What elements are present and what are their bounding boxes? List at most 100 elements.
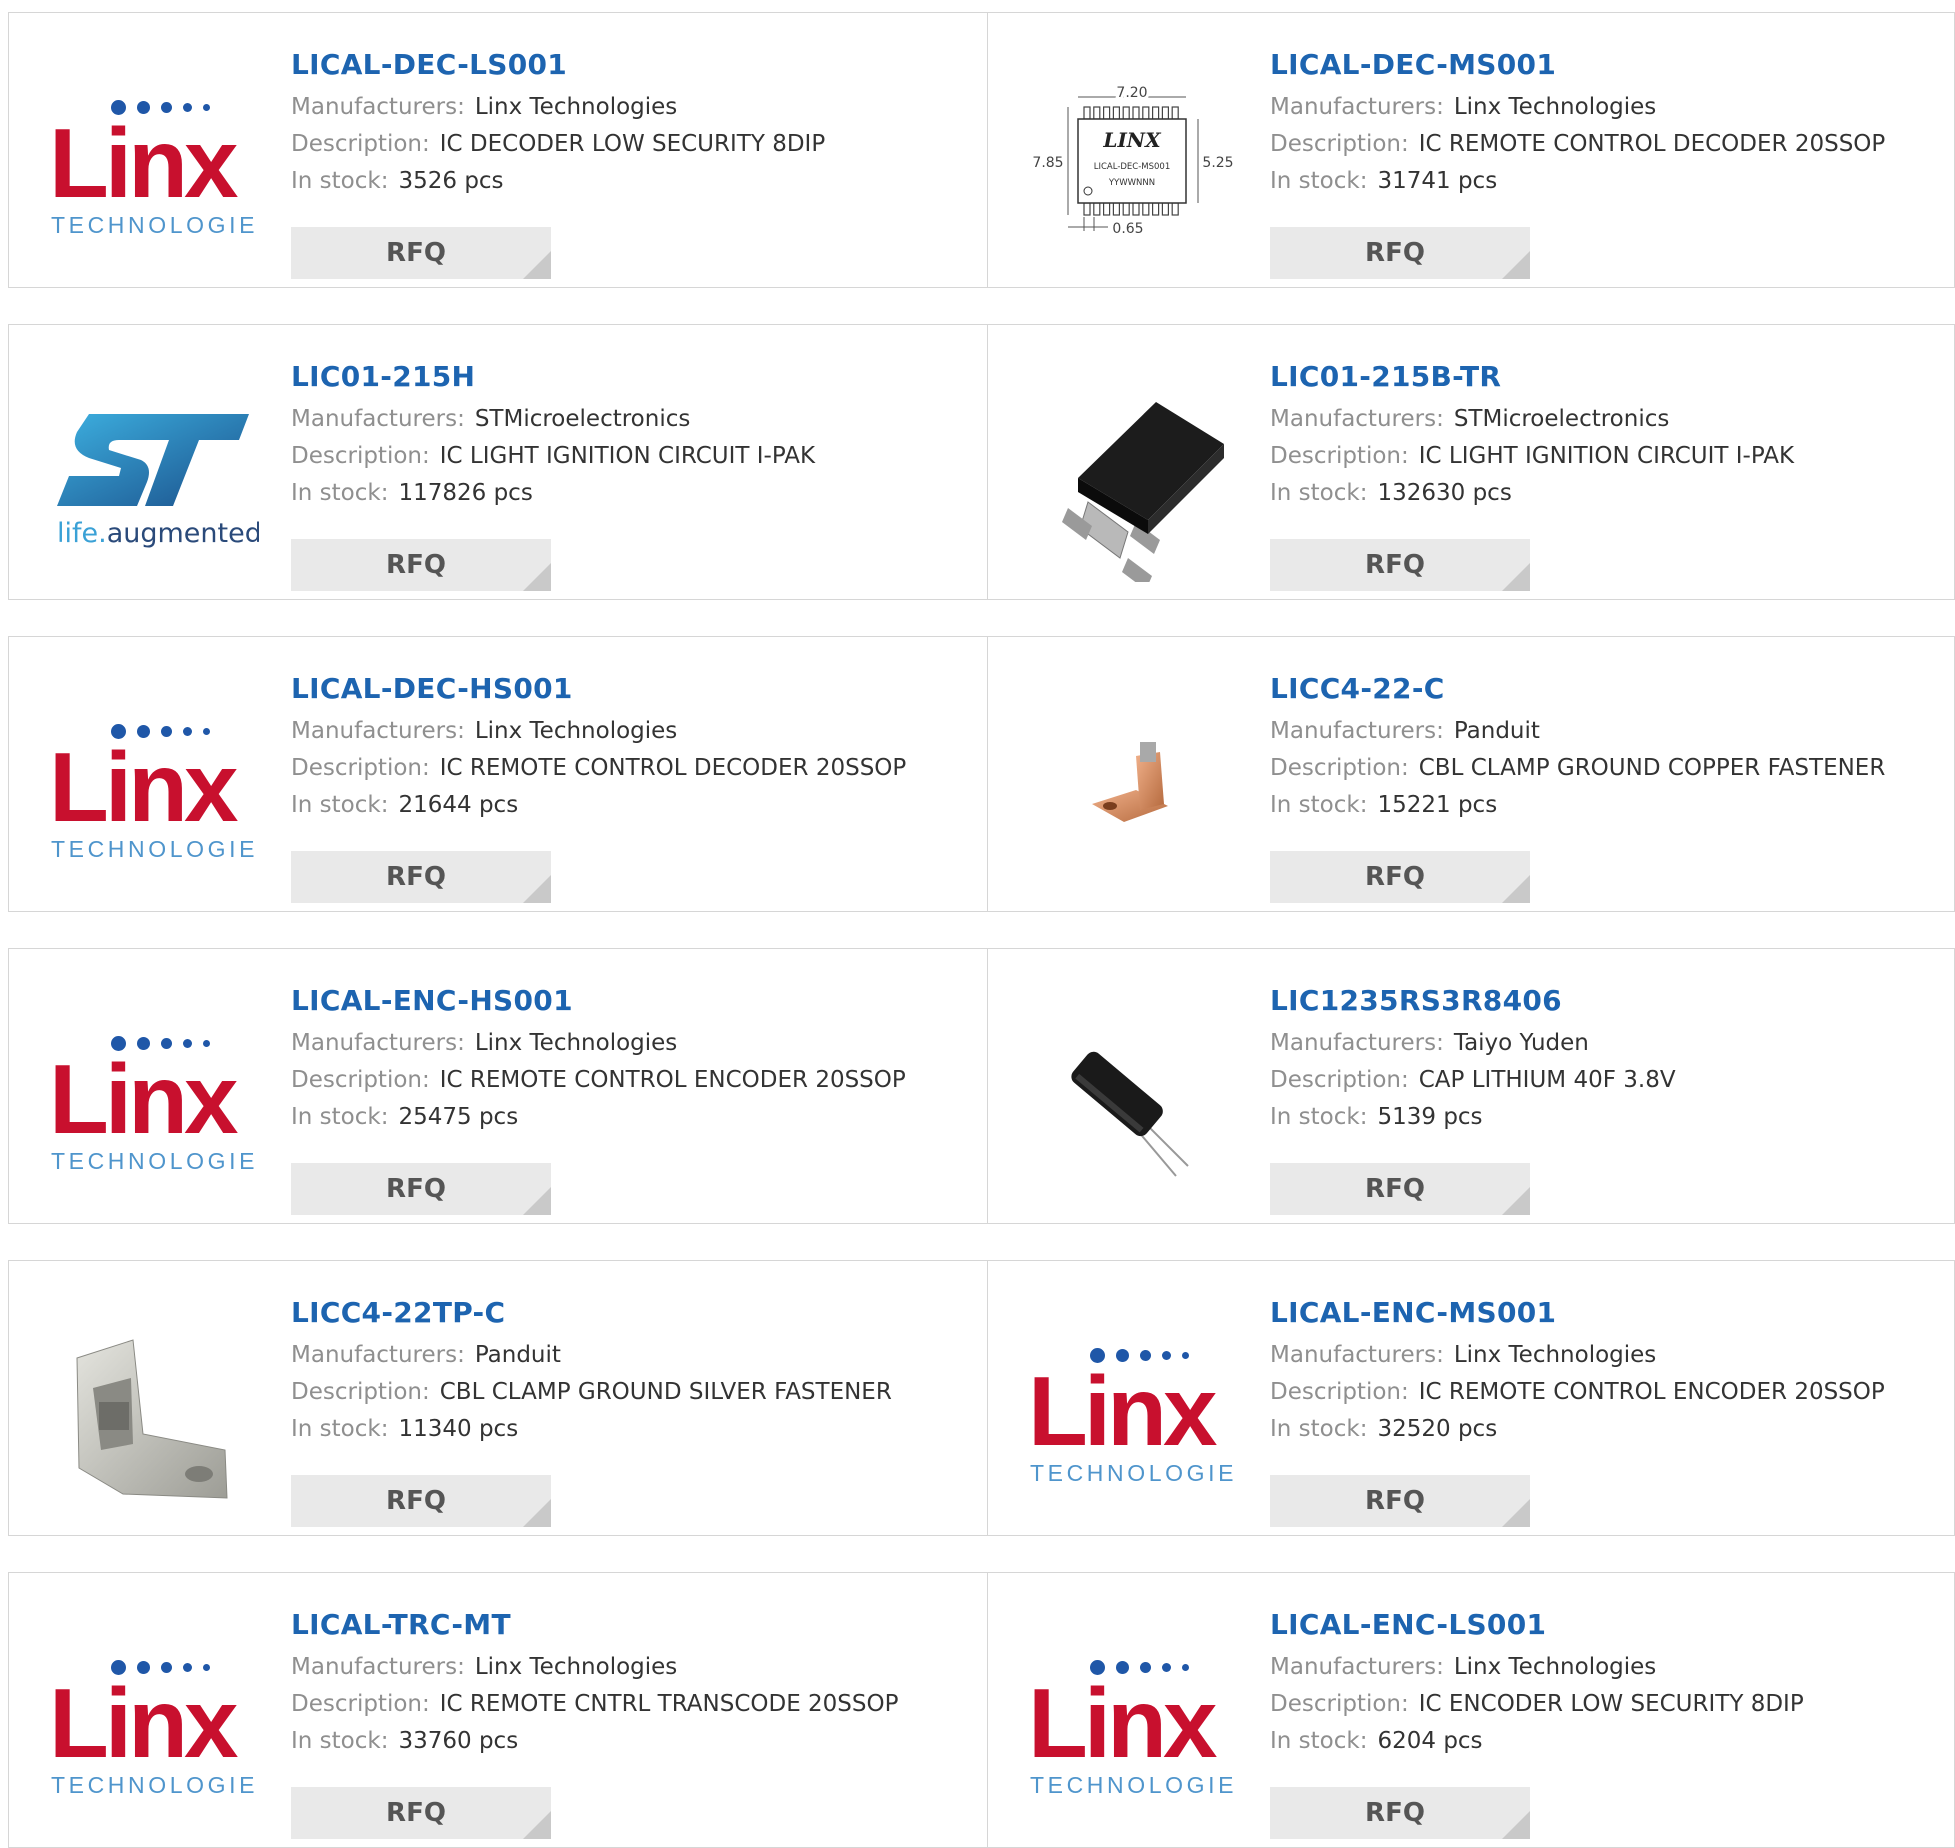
- part-number-link[interactable]: LIC01-215B-TR: [1270, 353, 1501, 401]
- st-logo-mark: [57, 414, 249, 506]
- manufacturer-row: Manufacturers: Linx Technologies: [1270, 89, 1944, 126]
- stock-value: 33760 pcs: [398, 1728, 519, 1754]
- product-image[interactable]: Linx TECHNOLOGIES: [49, 1625, 259, 1835]
- silver-ground-clamp-image: [76, 1339, 228, 1499]
- part-number-link[interactable]: LICAL-DEC-LS001: [291, 41, 567, 89]
- product-image[interactable]: [1028, 377, 1238, 587]
- manufacturer-label: Manufacturers:: [1270, 1654, 1444, 1680]
- rfq-button-label: RFQ: [1365, 238, 1425, 268]
- part-number-link[interactable]: LICC4-22TP-C: [291, 1289, 505, 1337]
- product-image[interactable]: Linx TECHNOLOGIES: [49, 689, 259, 899]
- logo-subtitle: TECHNOLOGIES: [51, 1148, 259, 1174]
- product-info: LICAL-DEC-MS001 Manufacturers: Linx Techno…: [1270, 41, 1944, 279]
- stock-value: 21644 pcs: [398, 792, 519, 818]
- stock-row: In stock: 31741 pcs: [1270, 163, 1944, 200]
- product-image[interactable]: Linx TECHNOLOGIES: [49, 1001, 259, 1211]
- stock-row: In stock: 117826 pcs: [291, 475, 977, 512]
- svg-text:LICAL-DEC-MS001: LICAL-DEC-MS001: [1094, 162, 1171, 172]
- part-number-link[interactable]: LICAL-ENC-MS001: [1270, 1289, 1556, 1337]
- description-label: Description:: [1270, 1379, 1409, 1405]
- manufacturer-label: Manufacturers:: [1270, 718, 1444, 744]
- part-number-link[interactable]: LICAL-ENC-HS001: [291, 977, 573, 1025]
- rfq-button[interactable]: RFQ: [291, 1475, 551, 1527]
- part-number-link[interactable]: LICAL-ENC-LS001: [1270, 1601, 1546, 1649]
- stock-value: 117826 pcs: [398, 480, 533, 506]
- rfq-button[interactable]: RFQ: [1270, 851, 1530, 903]
- product-info: LICAL-DEC-LS001 Manufacturers: Linx Techno…: [291, 41, 977, 279]
- product-image[interactable]: [1028, 689, 1238, 899]
- product-card: Linx TECHNOLOGIES LICAL-TRC-MT Manufacturer…: [8, 1572, 987, 1848]
- description-row: Description: CAP LITHIUM 40F 3.8V: [1270, 1062, 1944, 1099]
- manufacturer-value: Taiyo Yuden: [1453, 1030, 1589, 1056]
- product-info: LICAL-ENC-MS001 Manufacturers: Linx Techno…: [1270, 1289, 1944, 1527]
- part-number-link[interactable]: LICAL-TRC-MT: [291, 1601, 511, 1649]
- stock-value: 3526 pcs: [398, 168, 504, 194]
- product-image[interactable]: Linx TECHNOLOGIES: [49, 65, 259, 275]
- rfq-button[interactable]: RFQ: [1270, 539, 1530, 591]
- part-number-link[interactable]: LICAL-DEC-HS001: [291, 665, 573, 713]
- product-card: Linx TECHNOLOGIES LICAL-DEC-HS001 Manufactu…: [8, 636, 987, 912]
- product-card: LIC1235RS3R8406 Manufacturers: Taiyo Yuden…: [987, 948, 1955, 1224]
- linx-technologies-logo: Linx TECHNOLOGIES: [49, 724, 259, 864]
- stock-label: In stock:: [291, 1416, 389, 1442]
- product-image[interactable]: life.augmented: [49, 377, 259, 587]
- linx-technologies-logo: Linx TECHNOLOGIES: [49, 1036, 259, 1176]
- part-number-link[interactable]: LIC1235RS3R8406: [1270, 977, 1562, 1025]
- product-image[interactable]: LINX LICAL-DEC-MS001 YYWWNNN 7.20 7.85 5.25 0.…: [1028, 65, 1238, 275]
- rfq-button[interactable]: RFQ: [1270, 1475, 1530, 1527]
- product-info: LICAL-ENC-LS001 Manufacturers: Linx Techno…: [1270, 1601, 1944, 1839]
- manufacturer-row: Manufacturers: Linx Technologies: [1270, 1649, 1944, 1686]
- st-tagline: life.augmented: [57, 518, 259, 549]
- description-row: Description: CBL CLAMP GROUND COPPER FAST…: [1270, 750, 1944, 787]
- rfq-button[interactable]: RFQ: [1270, 227, 1530, 279]
- manufacturer-label: Manufacturers:: [1270, 406, 1444, 432]
- linx-technologies-logo: Linx TECHNOLOGIES: [1028, 1660, 1238, 1800]
- description-label: Description:: [291, 1691, 430, 1717]
- product-image[interactable]: Linx TECHNOLOGIES: [1028, 1313, 1238, 1523]
- rfq-button-label: RFQ: [1365, 1486, 1425, 1516]
- manufacturer-row: Manufacturers: Taiyo Yuden: [1270, 1025, 1944, 1062]
- description-row: Description: IC ENCODER LOW SECURITY 8DIP: [1270, 1686, 1944, 1723]
- part-number-link[interactable]: LICAL-DEC-MS001: [1270, 41, 1556, 89]
- logo-subtitle: TECHNOLOGIES: [51, 1772, 259, 1798]
- stock-value: 11340 pcs: [398, 1416, 519, 1442]
- rfq-button[interactable]: RFQ: [291, 1787, 551, 1839]
- rfq-button[interactable]: RFQ: [291, 227, 551, 279]
- stock-value: 15221 pcs: [1377, 792, 1498, 818]
- part-number-link[interactable]: LICC4-22-C: [1270, 665, 1445, 713]
- product-info: LICAL-ENC-HS001 Manufacturers: Linx Techno…: [291, 977, 977, 1215]
- manufacturer-row: Manufacturers: Panduit: [291, 1337, 977, 1374]
- product-card: Linx TECHNOLOGIES LICAL-ENC-LS001 Manufactu…: [987, 1572, 1955, 1848]
- rfq-button[interactable]: RFQ: [1270, 1163, 1530, 1215]
- rfq-button-label: RFQ: [386, 1174, 446, 1204]
- product-image[interactable]: Linx TECHNOLOGIES: [1028, 1625, 1238, 1835]
- description-row: Description: IC REMOTE CONTROL ENCODER 20…: [291, 1062, 977, 1099]
- description-label: Description:: [291, 755, 430, 781]
- stock-row: In stock: 3526 pcs: [291, 163, 977, 200]
- logo-wordmark: Linx: [49, 1044, 238, 1154]
- product-grid: Linx TECHNOLOGIES LICAL-DEC-LS001 Manufactu…: [0, 0, 1955, 1848]
- svg-text:5.25: 5.25: [1202, 155, 1233, 171]
- rfq-button[interactable]: RFQ: [291, 1163, 551, 1215]
- stock-value: 32520 pcs: [1377, 1416, 1498, 1442]
- description-value: IC REMOTE CONTROL ENCODER 20SSOP: [439, 1067, 906, 1093]
- rfq-button[interactable]: RFQ: [1270, 1787, 1530, 1839]
- part-number-link[interactable]: LIC01-215H: [291, 353, 475, 401]
- manufacturer-row: Manufacturers: Linx Technologies: [291, 1649, 977, 1686]
- rfq-button-label: RFQ: [386, 550, 446, 580]
- description-row: Description: IC REMOTE CONTROL DECODER 20…: [1270, 126, 1944, 163]
- dpak-transistor-image: [1062, 402, 1224, 582]
- stock-row: In stock: 6204 pcs: [1270, 1723, 1944, 1760]
- stock-row: In stock: 33760 pcs: [291, 1723, 977, 1760]
- description-value: CAP LITHIUM 40F 3.8V: [1418, 1067, 1676, 1093]
- description-row: Description: IC REMOTE CNTRL TRANSCODE 20…: [291, 1686, 977, 1723]
- rfq-button[interactable]: RFQ: [291, 851, 551, 903]
- description-row: Description: IC DECODER LOW SECURITY 8DIP: [291, 126, 977, 163]
- product-info: LICC4-22TP-C Manufacturers: Panduit Descrip…: [291, 1289, 977, 1527]
- product-image[interactable]: [1028, 1001, 1238, 1211]
- rfq-button[interactable]: RFQ: [291, 539, 551, 591]
- stock-label: In stock:: [1270, 1416, 1368, 1442]
- stock-row: In stock: 5139 pcs: [1270, 1099, 1944, 1136]
- product-image[interactable]: [49, 1313, 259, 1523]
- manufacturer-value: STMicroelectronics: [1453, 406, 1670, 432]
